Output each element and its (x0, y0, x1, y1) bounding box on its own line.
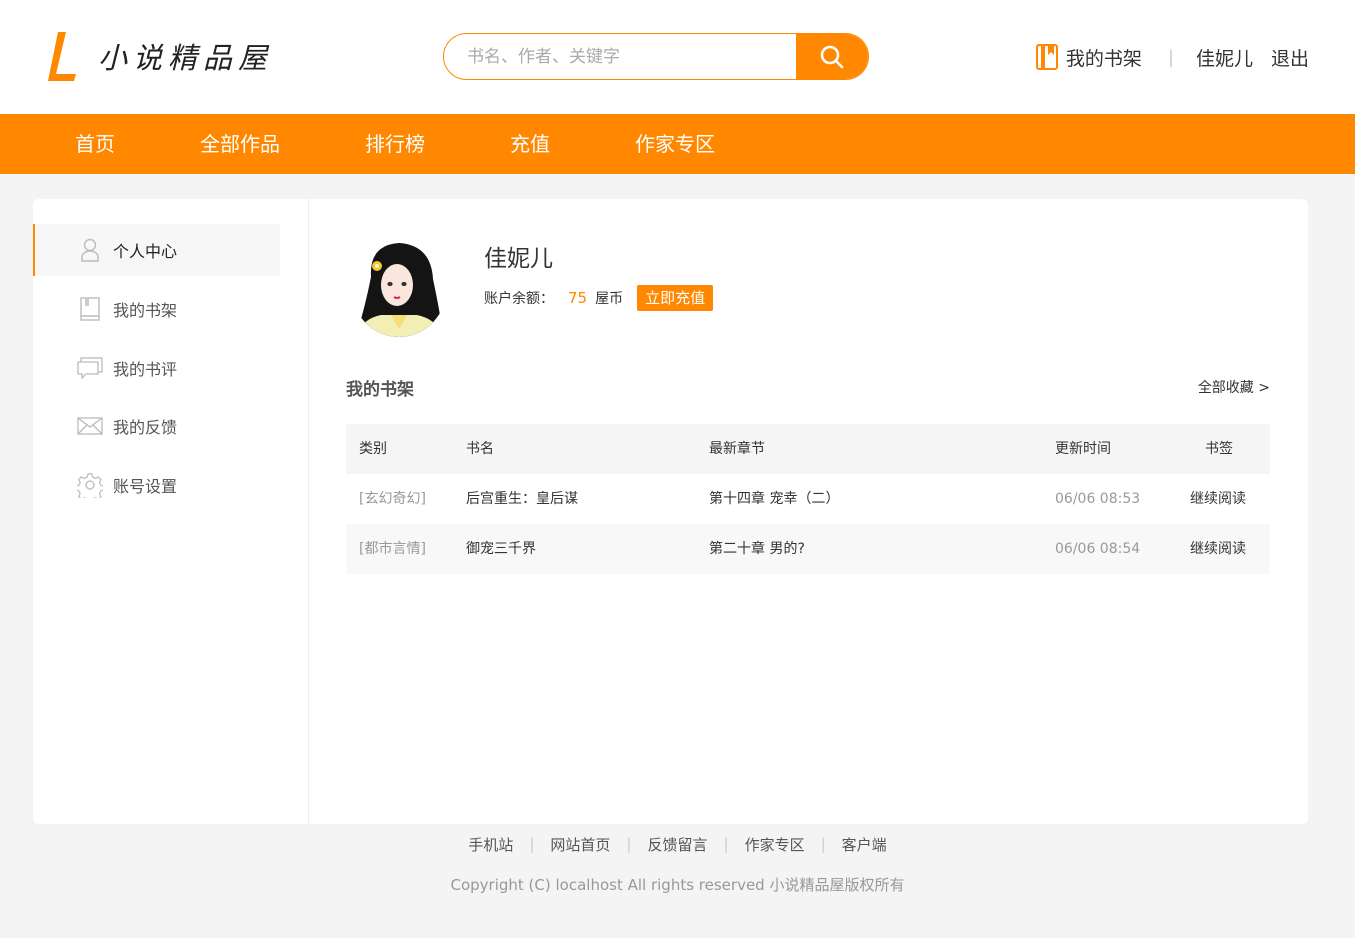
footer-separator: | (529, 835, 535, 853)
footer-separator: | (626, 835, 632, 853)
main-nav: 首页 全部作品 排行榜 充值 作家专区 (0, 114, 1355, 174)
nav-item-all-works[interactable]: 全部作品 (200, 114, 280, 174)
sidebar-item-bookshelf[interactable]: 我的书架 (33, 283, 280, 335)
logo-text: 小说精品屋 (98, 41, 274, 75)
continue-reading-link[interactable]: 继续阅读 (1190, 474, 1246, 524)
sidebar-item-label: 个人中心 (113, 242, 178, 261)
recharge-button[interactable]: 立即充值 (637, 285, 714, 311)
column-header-name: 书名 (466, 441, 494, 457)
balance-amount: 75 (568, 289, 588, 307)
column-header-category: 类别 (359, 441, 387, 457)
search-input[interactable] (444, 34, 796, 79)
book-title-link[interactable]: 御宠三千界 (466, 524, 536, 574)
profile-content: 佳妮儿 账户余额： 75 屋币 立即充值 我的书架 全部收藏 > 类别 书名 最… (346, 199, 1270, 824)
footer-link-home[interactable]: 网站首页 (550, 834, 610, 855)
sidebar-item-reviews[interactable]: 我的书评 (33, 342, 280, 394)
logout-link[interactable]: 退出 (1271, 44, 1309, 71)
my-bookshelf-link[interactable]: 我的书架 (1035, 44, 1142, 71)
sidebar-item-label: 账号设置 (113, 477, 178, 496)
nav-item-home[interactable]: 首页 (75, 114, 115, 174)
nav-item-ranking[interactable]: 排行榜 (365, 114, 425, 174)
search-icon (820, 45, 844, 68)
column-header-chapter: 最新章节 (709, 441, 765, 457)
header: 小说精品屋 我的书架 | 佳妮儿 退出 (0, 0, 1355, 114)
username-link[interactable]: 佳妮儿 (1196, 44, 1253, 71)
sidebar-item-feedback[interactable]: 我的反馈 (33, 400, 280, 452)
footer-separator: | (723, 835, 729, 853)
latest-chapter-link[interactable]: 第十四章 宠幸（二） (709, 474, 839, 524)
user-icon (77, 237, 103, 263)
nav-item-recharge[interactable]: 充值 (510, 114, 550, 174)
table-row: [都市言情] 御宠三千界 第二十章 男的? 06/06 08:54 继续阅读 (346, 524, 1270, 574)
copyright-text: Copyright (C) localhost All rights reser… (450, 876, 905, 894)
sidebar-item-profile[interactable]: 个人中心 (33, 224, 280, 276)
sidebar-item-label: 我的书评 (113, 360, 178, 379)
column-header-time: 更新时间 (1055, 441, 1111, 457)
logo-mark-icon (46, 30, 78, 82)
book-category: [玄幻奇幻] (359, 491, 426, 507)
column-header-bookmark: 书签 (1205, 441, 1233, 457)
bookshelf-icon (1035, 44, 1058, 70)
sidebar-item-settings[interactable]: 账号设置 (33, 459, 280, 511)
search-button[interactable] (796, 34, 868, 79)
comment-icon (77, 355, 103, 381)
table-header-row: 类别 书名 最新章节 更新时间 书签 (346, 424, 1270, 474)
sidebar-item-label: 我的书架 (113, 301, 178, 320)
continue-reading-link[interactable]: 继续阅读 (1190, 524, 1246, 574)
update-time: 06/06 08:54 (1055, 541, 1141, 557)
bookshelf-table: 类别 书名 最新章节 更新时间 书签 [玄幻奇幻] 后宫重生：皇后谋 第十四章 … (346, 424, 1270, 574)
sidebar-item-label: 我的反馈 (113, 418, 178, 437)
book-icon (77, 296, 103, 322)
table-row: [玄幻奇幻] 后宫重生：皇后谋 第十四章 宠幸（二） 06/06 08:53 继… (346, 474, 1270, 524)
footer-link-author-zone[interactable]: 作家专区 (745, 834, 805, 855)
bookshelf-section-title: 我的书架 (346, 380, 414, 400)
site-logo[interactable]: 小说精品屋 (46, 30, 273, 82)
nav-item-author-zone[interactable]: 作家专区 (635, 114, 715, 174)
my-bookshelf-label: 我的书架 (1065, 47, 1142, 70)
footer-link-client[interactable]: 客户端 (842, 834, 887, 855)
user-toolbar: 我的书架 | 佳妮儿 退出 (1035, 42, 1309, 72)
balance-unit: 屋币 (595, 291, 624, 307)
sidebar: 个人中心 我的书架 我的书评 我的反馈 账号设置 (33, 199, 309, 824)
account-balance: 账户余额： 75 屋币 立即充值 (484, 285, 714, 311)
footer-links: 手机站 | 网站首页 | 反馈留言 | 作家专区 | 客户端 (0, 832, 1355, 856)
footer-separator: | (820, 835, 826, 853)
latest-chapter-link[interactable]: 第二十章 男的? (709, 524, 805, 574)
mail-icon (77, 413, 103, 439)
user-center-card: 个人中心 我的书架 我的书评 我的反馈 账号设置 佳妮儿 账户余额： 75 屋币… (33, 199, 1308, 824)
book-title-link[interactable]: 后宫重生：皇后谋 (466, 474, 578, 524)
book-category: [都市言情] (359, 541, 426, 557)
toolbar-separator: | (1167, 46, 1174, 68)
all-favorites-link[interactable]: 全部收藏 > (1198, 377, 1270, 397)
balance-label: 账户余额： (484, 291, 554, 307)
search-box (443, 33, 869, 80)
update-time: 06/06 08:53 (1055, 491, 1141, 507)
footer-link-feedback[interactable]: 反馈留言 (647, 834, 707, 855)
gear-icon (77, 472, 103, 498)
profile-username: 佳妮儿 (484, 246, 553, 272)
footer-link-mobile[interactable]: 手机站 (468, 834, 513, 855)
avatar[interactable] (351, 237, 447, 337)
